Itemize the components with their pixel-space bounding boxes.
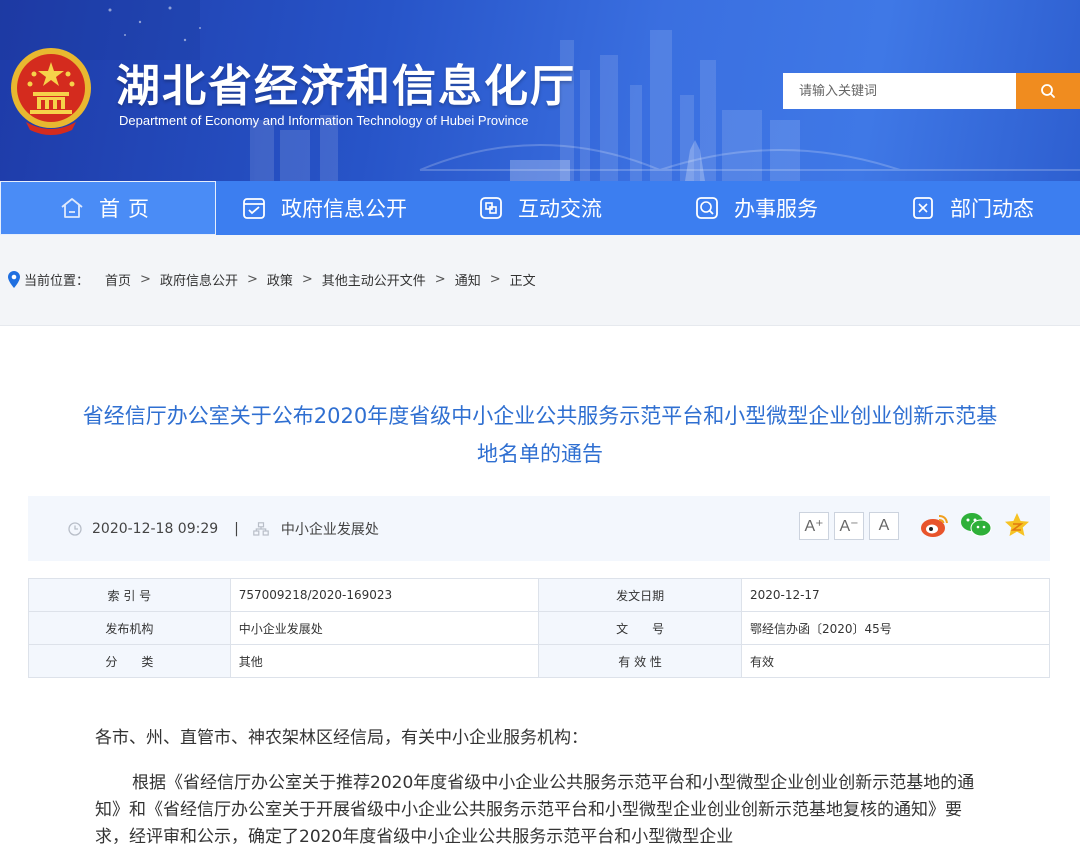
- breadcrumb-separator: >: [434, 272, 446, 287]
- document-icon: [243, 198, 265, 219]
- info-label: 有 效 性: [538, 644, 742, 678]
- meta-divider: |: [234, 520, 239, 537]
- nav-item-label: 互动交流: [518, 197, 602, 221]
- location-pin-icon: [8, 271, 20, 288]
- service-icon: [696, 197, 718, 219]
- search-icon: [1041, 84, 1055, 98]
- nav-item-label: 首页: [99, 197, 157, 221]
- nav-item-department-news[interactable]: 部门动态: [864, 181, 1080, 235]
- search-button[interactable]: [1016, 73, 1080, 109]
- news-icon: [913, 197, 933, 219]
- breadcrumb-item-home[interactable]: 首页: [105, 270, 131, 289]
- exchange-icon: [480, 197, 502, 219]
- organization-icon: [253, 521, 269, 536]
- info-label: 发文日期: [538, 578, 742, 612]
- publishing-department: 中小企业发展处: [253, 519, 379, 539]
- info-value: 其他: [229, 644, 540, 678]
- breadcrumb-separator: >: [489, 272, 501, 287]
- body-paragraph-salutation: 各市、州、直管市、神农架林区经信局，有关中小企业服务机构：: [95, 728, 588, 748]
- font-size-reset-button[interactable]: A: [869, 512, 899, 540]
- breadcrumb-separator: >: [301, 272, 313, 287]
- article-meta-bar: 2020-12-18 09:29 | 中小企业发展处 A⁺ A⁻ A: [28, 496, 1050, 561]
- nav-item-services[interactable]: 办事服务: [648, 181, 864, 235]
- info-value: 中小企业发展处: [229, 611, 540, 645]
- article-title: 省经信厅办公室关于公布2020年度省级中小企业公共服务示范平台和小型微型企业创业…: [20, 397, 1060, 473]
- font-size-decrease-button[interactable]: A⁻: [834, 512, 864, 540]
- info-value: 2020-12-17: [740, 578, 1051, 612]
- nav-item-label: 办事服务: [734, 197, 818, 221]
- breadcrumb: 当前位置： 首页 > 政府信息公开 > 政策 > 其他主动公开文件 > 通知 >…: [8, 270, 536, 289]
- search-input[interactable]: [783, 73, 1016, 109]
- weibo-share-icon[interactable]: [920, 511, 950, 539]
- article-title-line1: 省经信厅办公室关于公布2020年度省级中小企业公共服务示范平台和小型微型企业创业…: [82, 404, 998, 428]
- site-title: 湖北省经济和信息化厅: [116, 61, 576, 112]
- table-row: 分 类 其他 有 效 性 有效: [28, 644, 1051, 678]
- breadcrumb-separator: >: [140, 272, 151, 287]
- breadcrumb-separator: >: [246, 272, 258, 287]
- info-value: 有效: [740, 644, 1051, 678]
- publish-date: 2020-12-18 09:29: [68, 521, 218, 537]
- info-value: 757009218/2020-169023: [229, 578, 540, 612]
- breadcrumb-item-government-info[interactable]: 政府信息公开: [160, 270, 238, 289]
- nav-item-label: 政府信息公开: [281, 197, 407, 221]
- nav-item-home[interactable]: 首页: [0, 181, 216, 235]
- info-label: 发布机构: [28, 611, 231, 645]
- breadcrumb-item-other-files[interactable]: 其他主动公开文件: [322, 270, 426, 289]
- breadcrumb-item-current: 正文: [509, 274, 536, 289]
- table-row: 索 引 号 757009218/2020-169023 发文日期 2020-12…: [28, 578, 1051, 612]
- breadcrumb-item-notice[interactable]: 通知: [455, 270, 481, 289]
- site-subtitle: Department of Economy and Information Te…: [119, 113, 529, 128]
- national-emblem-icon: [11, 48, 91, 135]
- article-title-line2: 地名单的通告: [477, 442, 603, 466]
- article-body: 各市、州、直管市、神农架林区经信局，有关中小企业服务机构： 根据《省经信厅办公室…: [95, 725, 995, 851]
- font-size-increase-button[interactable]: A⁺: [799, 512, 829, 540]
- info-label: 索 引 号: [28, 578, 231, 612]
- nav-item-government-info[interactable]: 政府信息公开: [216, 181, 432, 235]
- wechat-share-icon[interactable]: [960, 511, 992, 539]
- info-value: 鄂经信办函〔2020〕45号: [740, 611, 1051, 645]
- nav-item-label: 部门动态: [950, 197, 1034, 221]
- qzone-share-icon[interactable]: [1003, 511, 1031, 539]
- home-icon: [61, 198, 83, 218]
- main-nav: 首页 政府信息公开 互动交流 办事服务 部门动态: [0, 181, 1080, 235]
- publish-date-text: 2020-12-18 09:29: [92, 520, 219, 537]
- info-label: 分 类: [28, 644, 231, 678]
- body-paragraph: 根据《省经信厅办公室关于推荐2020年度省级中小企业公共服务示范平台和小型微型企…: [95, 773, 975, 847]
- publishing-department-text: 中小企业发展处: [280, 521, 379, 538]
- info-label: 文 号: [538, 611, 742, 645]
- table-row: 发布机构 中小企业发展处 文 号 鄂经信办函〔2020〕45号: [28, 611, 1051, 645]
- breadcrumb-label: 当前位置：: [24, 274, 90, 289]
- clock-icon: [68, 521, 82, 536]
- breadcrumb-item-policy[interactable]: 政策: [267, 270, 293, 289]
- nav-item-interaction[interactable]: 互动交流: [432, 181, 648, 235]
- document-info-table: 索 引 号 757009218/2020-169023 发文日期 2020-12…: [28, 578, 1051, 678]
- header-banner: 湖北省经济和信息化厅 Department of Economy and Inf…: [0, 0, 1080, 181]
